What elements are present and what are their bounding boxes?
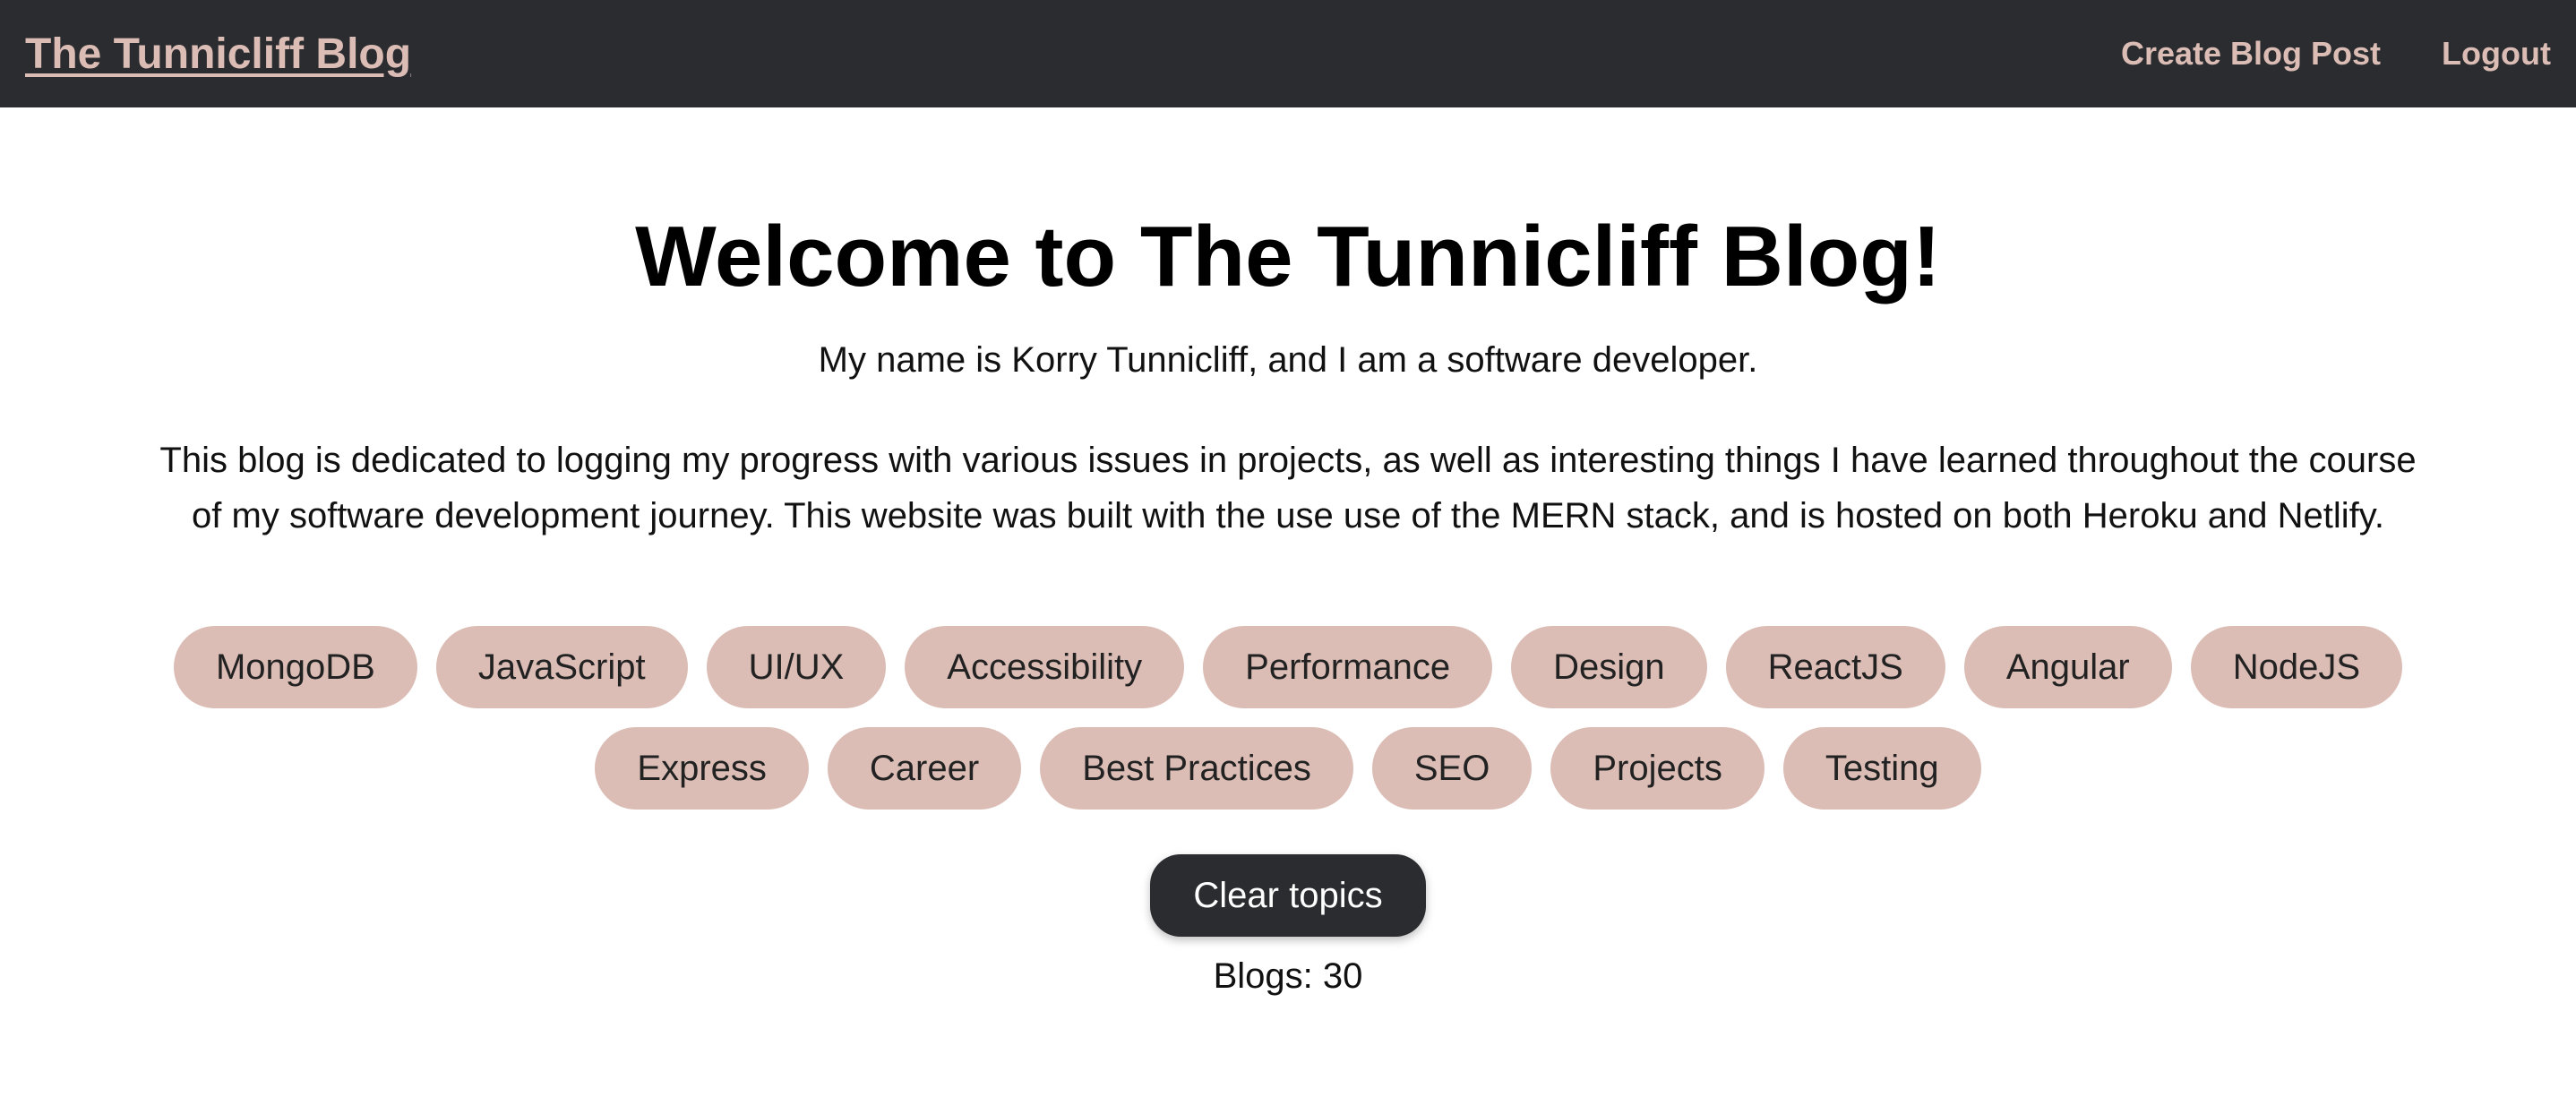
logout-link[interactable]: Logout — [2442, 35, 2551, 73]
topic-chip-express[interactable]: Express — [595, 727, 809, 810]
topic-chip-nodejs[interactable]: NodeJS — [2190, 626, 2402, 709]
topic-chip-javascript[interactable]: JavaScript — [435, 626, 688, 709]
topic-chip-ui-ux[interactable]: UI/UX — [706, 626, 887, 709]
topic-chip-seo[interactable]: SEO — [1371, 727, 1533, 810]
topic-chip-design[interactable]: Design — [1511, 626, 1707, 709]
topic-filter-list: MongoDB JavaScript UI/UX Accessibility P… — [61, 626, 2515, 810]
topic-chip-accessibility[interactable]: Accessibility — [905, 626, 1185, 709]
topic-chip-projects[interactable]: Projects — [1550, 727, 1765, 810]
page-title: Welcome to The Tunnicliff Blog! — [635, 209, 1941, 304]
brand-link[interactable]: The Tunnicliff Blog — [25, 30, 411, 79]
topic-chip-mongodb[interactable]: MongoDB — [173, 626, 417, 709]
topic-chip-reactjs[interactable]: ReactJS — [1725, 626, 1945, 709]
topic-chip-testing[interactable]: Testing — [1782, 727, 1981, 810]
topic-chip-career[interactable]: Career — [827, 727, 1022, 810]
topic-chip-angular[interactable]: Angular — [1963, 626, 2172, 709]
blog-count: Blogs: 30 — [1213, 956, 1363, 997]
intro-text: My name is Korry Tunnicliff, and I am a … — [818, 340, 1758, 381]
description-text: This blog is dedicated to logging my pro… — [159, 441, 2417, 536]
topic-chip-performance[interactable]: Performance — [1203, 626, 1493, 709]
create-blog-post-link[interactable]: Create Blog Post — [2121, 35, 2381, 73]
main-content: Welcome to The Tunnicliff Blog! My name … — [0, 107, 2576, 997]
clear-topics-button[interactable]: Clear topics — [1150, 854, 1426, 938]
nav-links: Create Blog Post Logout — [2121, 35, 2551, 73]
top-navbar: The Tunnicliff Blog Create Blog Post Log… — [0, 0, 2576, 107]
topic-chip-best-practices[interactable]: Best Practices — [1040, 727, 1353, 810]
